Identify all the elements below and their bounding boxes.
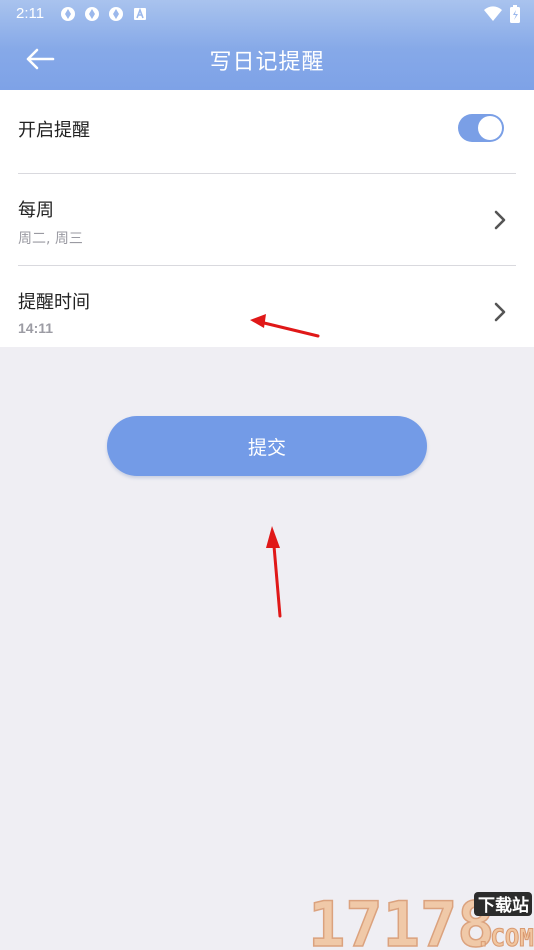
chevron-right-icon [494,210,506,230]
wifi-icon [484,6,502,22]
svg-text:17178: 17178 [308,888,495,950]
weekly-row[interactable]: 每周 周二, 周三 [18,174,516,265]
app-bar: 写日记提醒 [0,28,534,90]
settings-card: 开启提醒 每周 周二, 周三 提醒时间 14:11 [0,90,534,347]
sync-icon [109,7,123,21]
header: 2:11 写日记提醒 [0,0,534,90]
sync-icon [85,7,99,21]
annotation-arrow [266,526,282,618]
battery-icon [510,5,520,23]
chevron-right-icon [494,302,506,322]
enable-reminder-row[interactable]: 开启提醒 [18,90,516,173]
status-icons [60,6,148,22]
submit-button[interactable]: 提交 [107,416,427,476]
reminder-time-label: 提醒时间 [18,292,90,313]
sync-icon [61,7,75,21]
status-time: 2:11 [16,5,45,22]
reminder-time-value: 14:11 [18,320,54,336]
svg-text:下载站: 下载站 [478,895,529,916]
page-title: 写日记提醒 [209,50,325,75]
screen: 2:11 写日记提醒 开启提醒 每周 周二, 周三 提醒时间 14:11 提交 … [0,0,534,950]
watermark-logo: 17178 下载站 .COM [308,887,534,950]
enable-reminder-label: 开启提醒 [18,120,90,141]
svg-text:.COM: .COM [476,924,534,950]
annotation-arrow [250,314,320,338]
enable-reminder-toggle[interactable] [458,114,504,142]
weekly-label: 每周 [18,200,54,221]
toggle-knob [478,116,502,140]
status-right [484,5,520,23]
weekly-value: 周二, 周三 [18,231,83,247]
status-bar: 2:11 [0,0,534,28]
a-icon [134,7,146,20]
